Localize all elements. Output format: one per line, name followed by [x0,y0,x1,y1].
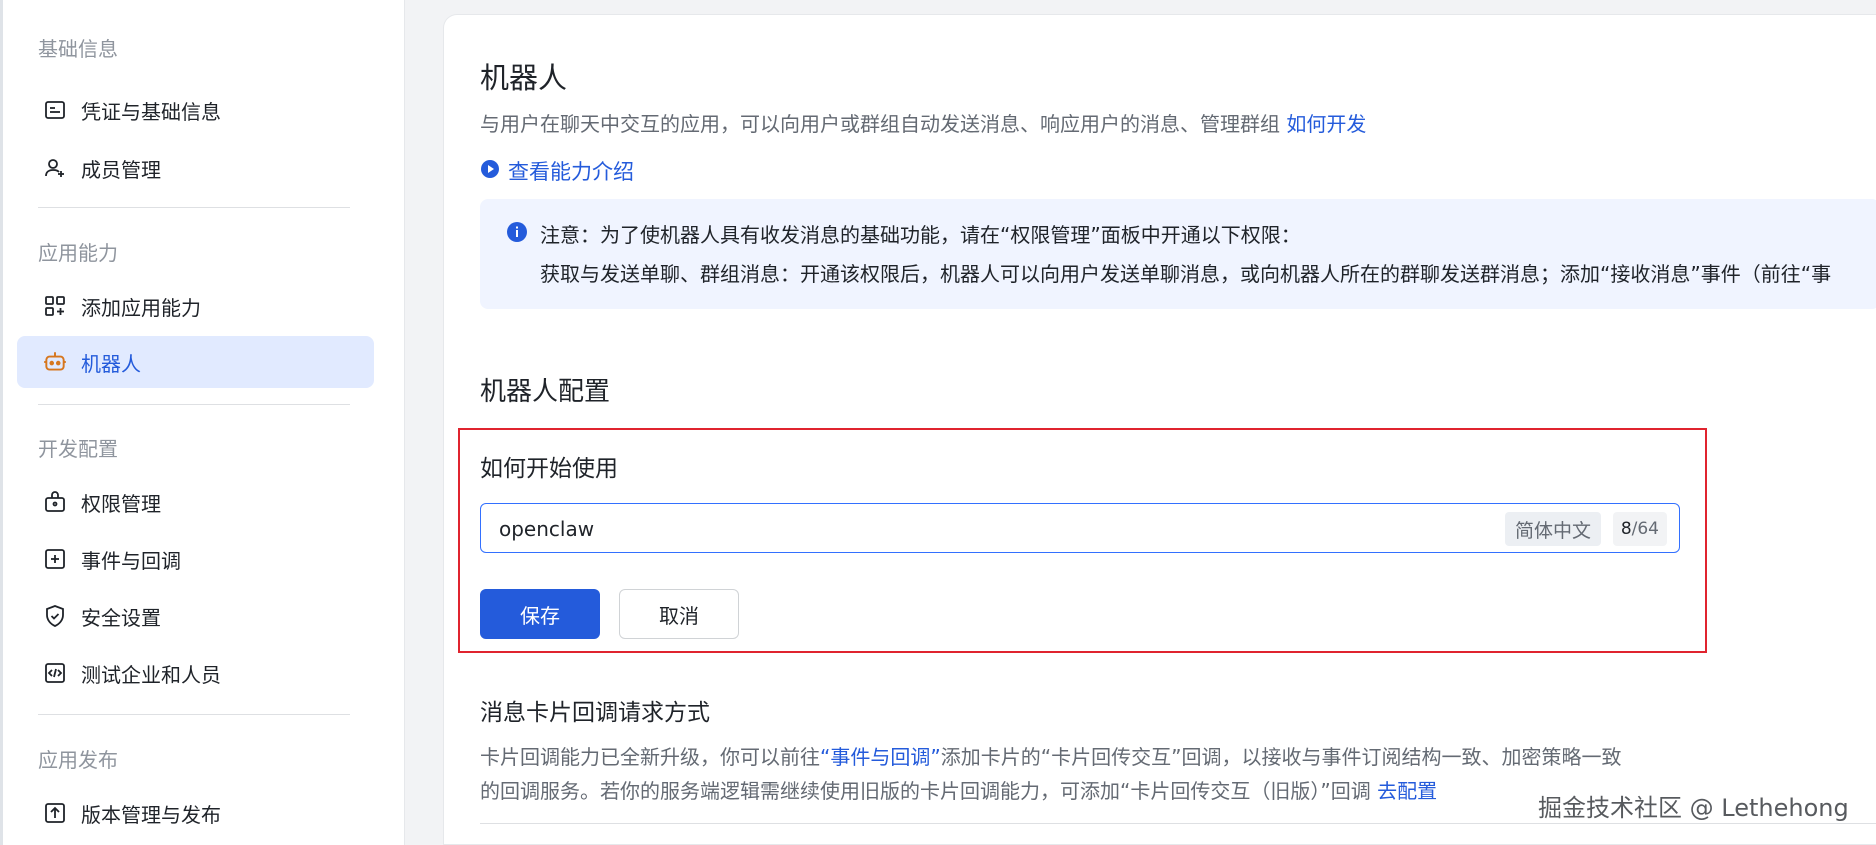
page-title: 机器人 [480,61,568,95]
watermark: 掘金技术社区 @ Lethehong [1538,794,1849,822]
add-member-icon [35,156,75,180]
sidebar-item-label: 测试企业和人员 [81,662,221,687]
sidebar-item-label: 事件与回调 [81,548,181,573]
upload-icon [35,801,75,825]
desc-text: 添加卡片的“卡片回传交互”回调，以接收与事件订阅结构一致、加密策略一致 [940,745,1622,769]
intro-link-label: 查看能力介绍 [508,160,634,184]
sidebar-item-label: 版本管理与发布 [81,802,221,827]
permission-icon [35,490,75,514]
sidebar-item-release[interactable]: 版本管理与发布 [17,787,374,839]
sidebar-divider [38,714,350,715]
desc-text: 的回调服务。若你的服务端逻辑需继续使用旧版的卡片回调能力，可添加“卡片回传交互（… [480,779,1378,803]
robot-icon [35,349,75,375]
desc-text: 卡片回调能力已全新升级，你可以前往 [480,745,820,769]
credential-icon [35,98,75,122]
notice-line-2: 获取与发送单聊、群组消息：开通该权限后，机器人可以向用户发送单聊消息，或向机器人… [540,262,1832,286]
group-title-dev-config: 开发配置 [38,437,118,461]
description-text: 与用户在聊天中交互的应用，可以向用户或群组自动发送消息、响应用户的消息、管理群组 [480,112,1280,136]
page-description: 与用户在聊天中交互的应用，可以向用户或群组自动发送消息、响应用户的消息、管理群组… [480,108,1366,137]
sidebar-item-credentials[interactable]: 凭证与基础信息 [17,84,374,136]
sidebar-divider [38,404,350,405]
notice-banner: 注意：为了使机器人具有收发消息的基础功能，请在“权限管理”面板中开通以下权限： … [480,199,1876,309]
sidebar-item-label: 权限管理 [81,491,161,516]
play-icon [480,159,500,184]
sidebar-item-members[interactable]: 成员管理 [17,142,374,194]
sidebar-item-label: 凭证与基础信息 [81,99,221,124]
group-title-release: 应用发布 [38,748,118,772]
view-capability-intro-link[interactable]: 查看能力介绍 [480,156,634,186]
sidebar-item-test-tenant[interactable]: 测试企业和人员 [17,647,374,699]
event-icon [35,547,75,571]
notice-line-1: 注意：为了使机器人具有收发消息的基础功能，请在“权限管理”面板中开通以下权限： [540,223,1301,247]
sidebar: 基础信息 凭证与基础信息 成员管理 应用能力 添加应用能力 机器人 开发配置 权… [0,0,405,845]
card-callback-desc-line-2: 的回调服务。若你的服务端逻辑需继续使用旧版的卡片回调能力，可添加“卡片回传交互（… [480,775,1437,804]
info-icon [506,221,528,247]
section-divider [480,823,1876,824]
sidebar-item-add-capability[interactable]: 添加应用能力 [17,280,374,332]
code-icon [35,661,75,685]
highlight-box [458,428,1707,653]
card-callback-desc-line-1: 卡片回调能力已全新升级，你可以前往“事件与回调”添加卡片的“卡片回传交互”回调，… [480,741,1621,770]
card-callback-title: 消息卡片回调请求方式 [480,700,710,726]
sidebar-item-permissions[interactable]: 权限管理 [17,476,374,528]
robot-config-title: 机器人配置 [480,377,611,407]
group-title-basic: 基础信息 [38,37,118,61]
sidebar-item-label: 成员管理 [81,157,161,182]
sidebar-item-label: 安全设置 [81,605,161,630]
sidebar-item-security[interactable]: 安全设置 [17,590,374,642]
sidebar-item-events[interactable]: 事件与回调 [17,533,374,585]
sidebar-item-label: 机器人 [81,351,141,376]
how-to-develop-link[interactable]: 如何开发 [1286,112,1366,136]
shield-icon [35,604,75,628]
sidebar-item-label: 添加应用能力 [81,295,201,320]
events-callback-link[interactable]: “事件与回调” [820,745,941,769]
add-capability-icon [35,294,75,318]
go-configure-link[interactable]: 去配置 [1377,779,1437,803]
sidebar-item-robot[interactable]: 机器人 [17,336,374,388]
sidebar-divider [38,207,350,208]
group-title-capability: 应用能力 [38,241,118,265]
